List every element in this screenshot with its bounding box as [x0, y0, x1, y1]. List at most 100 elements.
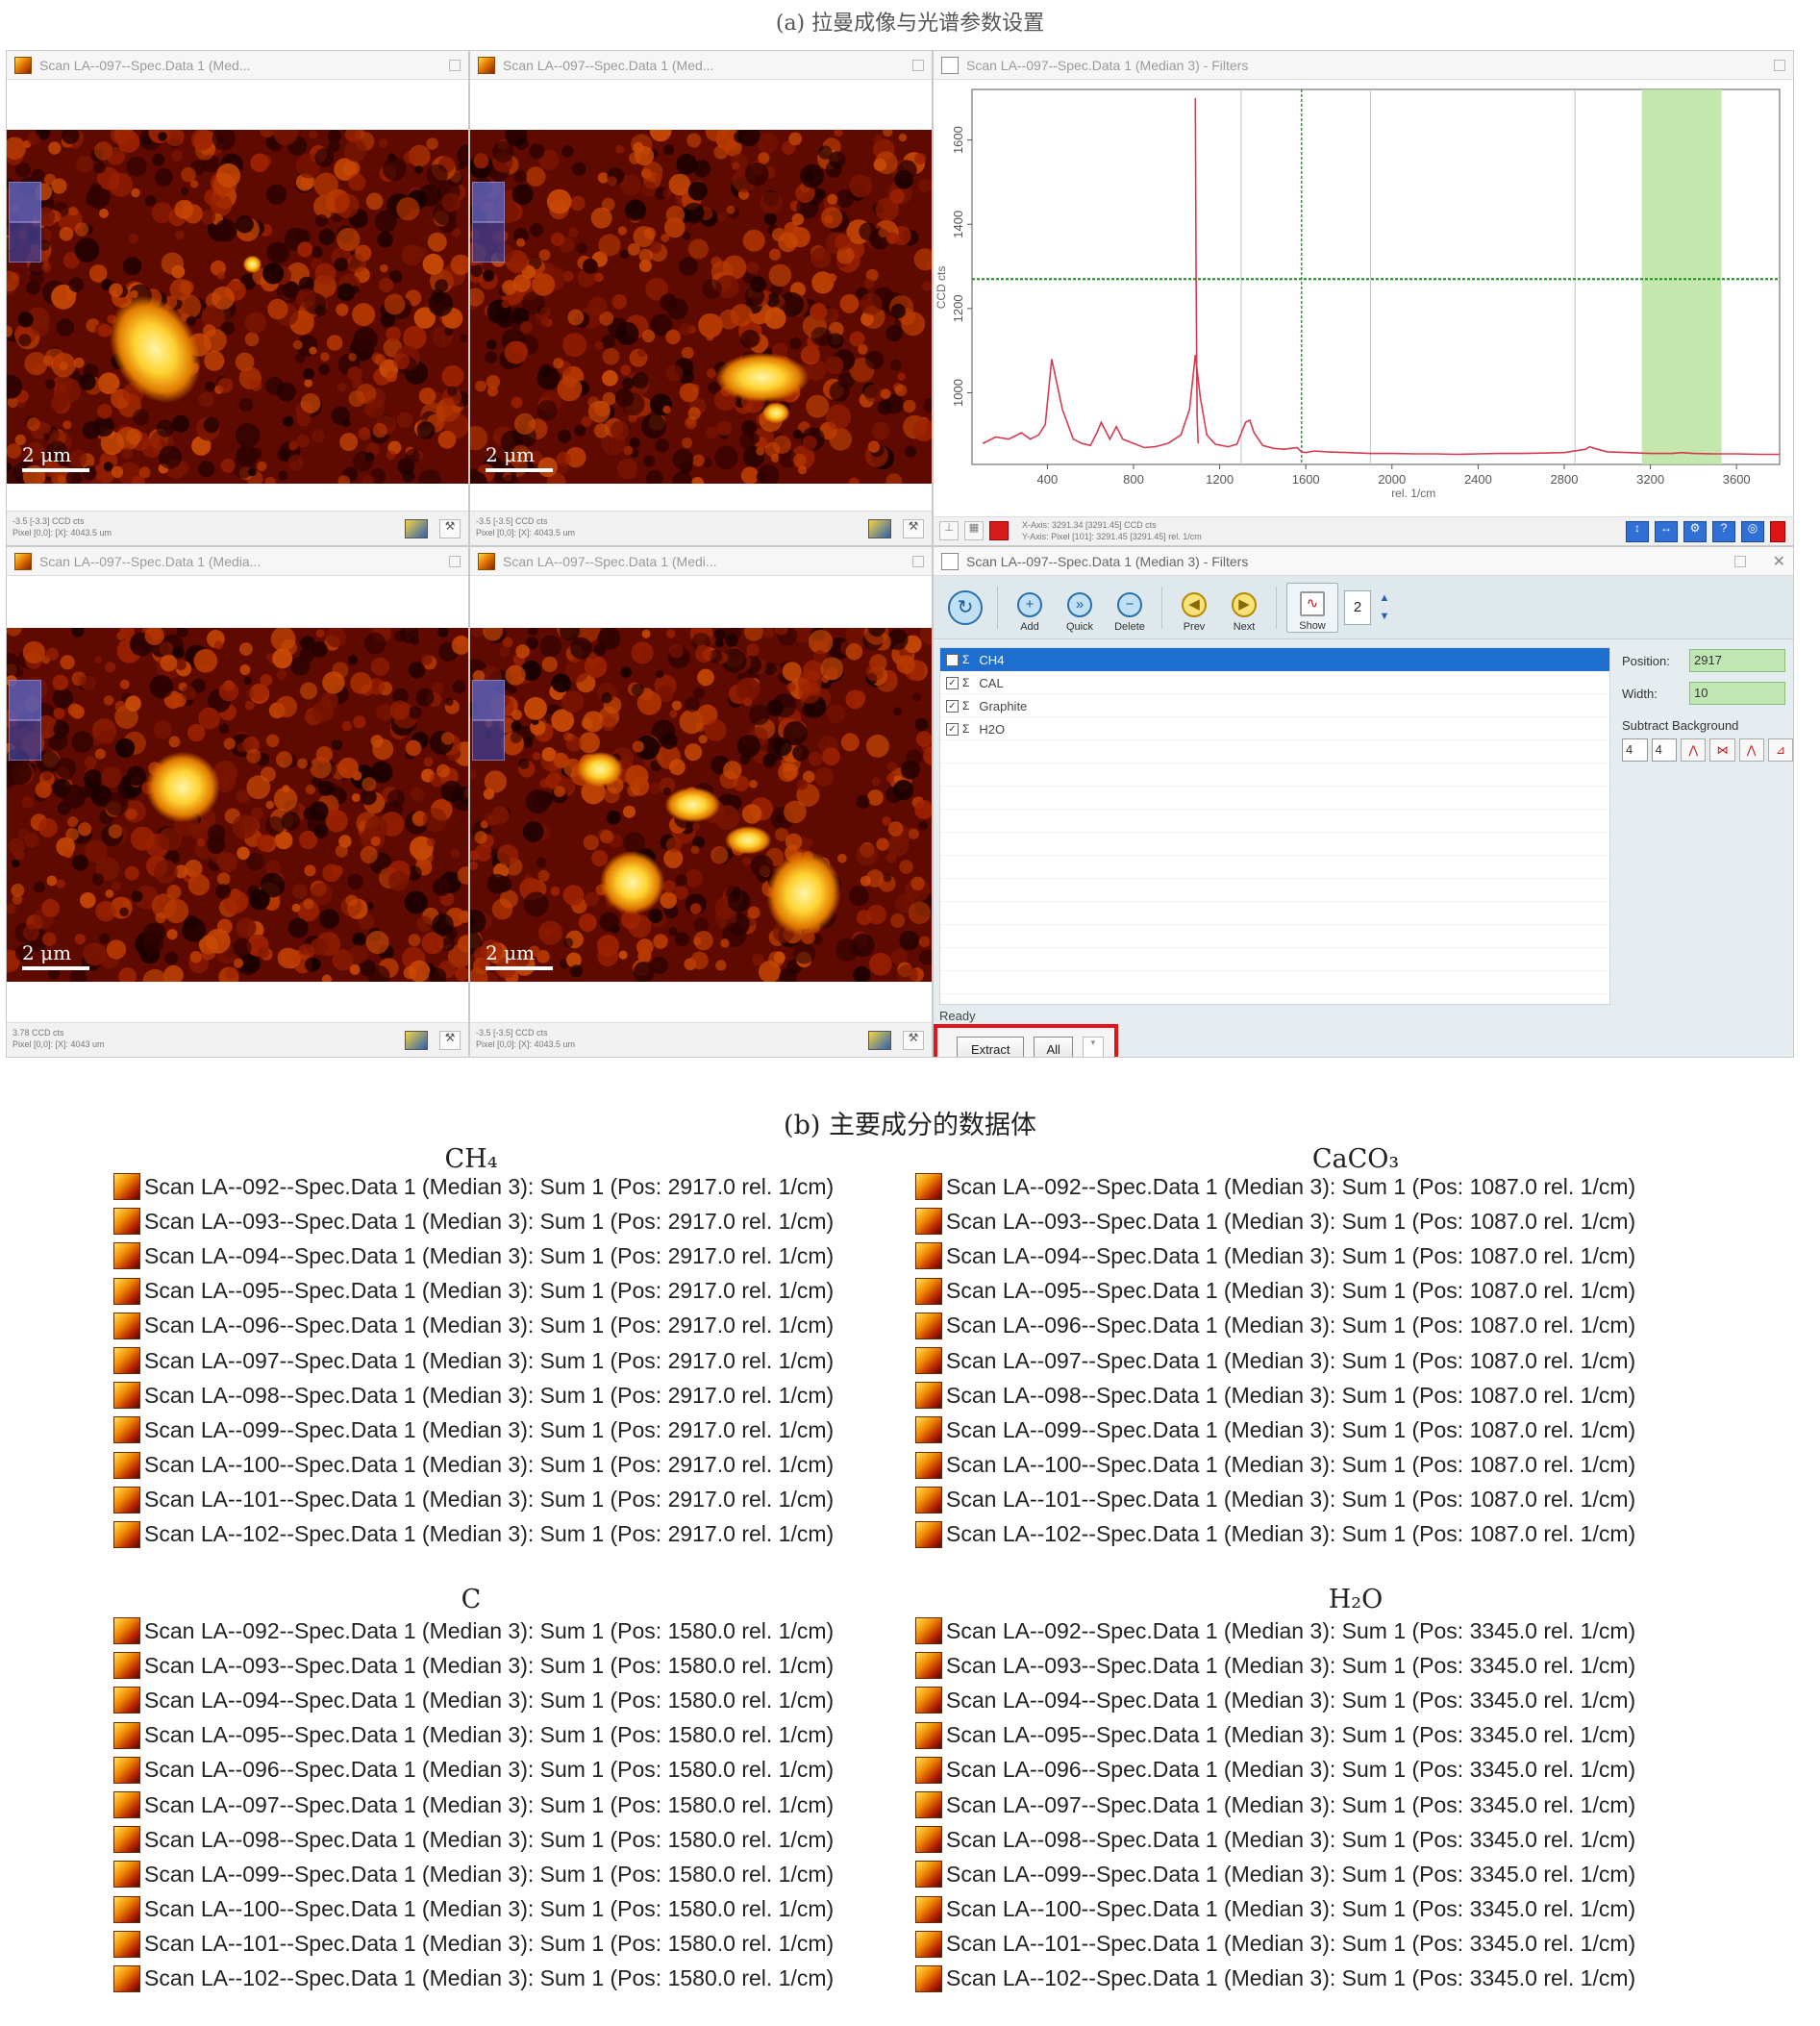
data-list-item[interactable]: Scan LA--100--Spec.Data 1 (Median 3): Su… — [113, 1892, 834, 1927]
filter-item-ch4[interactable]: ✓ Σ CH4 — [940, 648, 1609, 671]
filter-checkbox[interactable]: ✓ — [946, 722, 959, 736]
filters-window[interactable]: Scan LA--097--Spec.Data 1 (Median 3) - F… — [933, 546, 1794, 1058]
width-input[interactable]: 10 — [1689, 682, 1785, 705]
close-icon[interactable]: ✕ — [1773, 552, 1785, 571]
raman-image[interactable]: 2 μm — [470, 130, 932, 484]
roi-marker[interactable] — [472, 680, 505, 720]
axis-tool-icon[interactable]: ⊥ — [939, 521, 959, 540]
grid-tool-icon[interactable]: ▦ — [964, 521, 984, 540]
tool-icon[interactable]: ⚒ — [439, 1031, 461, 1050]
image-settings-icon[interactable] — [868, 519, 891, 538]
data-list-item[interactable]: Scan LA--092--Spec.Data 1 (Median 3): Su… — [113, 1169, 834, 1204]
info-icon[interactable]: ? — [1712, 521, 1735, 542]
data-list-item[interactable]: Scan LA--092--Spec.Data 1 (Median 3): Su… — [915, 1169, 1635, 1204]
data-list-item[interactable]: Scan LA--093--Spec.Data 1 (Median 3): Su… — [113, 1204, 834, 1238]
filter-item-graphite[interactable]: ✓ Σ Graphite — [940, 694, 1609, 717]
roi-marker[interactable] — [9, 182, 41, 222]
roi-marker[interactable] — [472, 182, 505, 222]
data-list-item[interactable]: Scan LA--094--Spec.Data 1 (Median 3): Su… — [915, 1683, 1635, 1717]
baseline-mode-4-icon[interactable]: ⊿ — [1767, 738, 1793, 762]
filter-item-h2o[interactable]: ✓ Σ H2O — [940, 717, 1609, 740]
maximize-icon[interactable] — [912, 59, 924, 71]
subtract-left-input[interactable]: 4 — [1622, 738, 1648, 762]
data-list-item[interactable]: Scan LA--094--Spec.Data 1 (Median 3): Su… — [113, 1683, 834, 1717]
data-list-item[interactable]: Scan LA--093--Spec.Data 1 (Median 3): Su… — [915, 1648, 1635, 1683]
data-list-item[interactable]: Scan LA--097--Spec.Data 1 (Median 3): Su… — [113, 1788, 834, 1822]
data-list-item[interactable]: Scan LA--096--Spec.Data 1 (Median 3): Su… — [113, 1753, 834, 1788]
maximize-icon[interactable] — [449, 59, 461, 71]
data-list-item[interactable]: Scan LA--101--Spec.Data 1 (Median 3): Su… — [113, 1483, 834, 1517]
data-list-item[interactable]: Scan LA--096--Spec.Data 1 (Median 3): Su… — [113, 1309, 834, 1343]
data-list-item[interactable]: Scan LA--098--Spec.Data 1 (Median 3): Su… — [113, 1378, 834, 1413]
raman-image[interactable]: 2 μm — [7, 628, 468, 982]
roi-marker[interactable] — [472, 720, 505, 761]
filter-checkbox[interactable]: ✓ — [946, 699, 959, 713]
baseline-mode-1-icon[interactable]: ⋀ — [1681, 738, 1707, 762]
maximize-icon[interactable] — [912, 555, 924, 567]
spectrum-plot[interactable]: 400 800 1200 1600 2000 2400 2800 3200 3600 1000 12… — [934, 80, 1794, 518]
data-list-item[interactable]: Scan LA--101--Spec.Data 1 (Median 3): Su… — [915, 1483, 1635, 1517]
maximize-icon[interactable] — [1774, 59, 1785, 71]
data-list-item[interactable]: Scan LA--097--Spec.Data 1 (Median 3): Su… — [915, 1343, 1635, 1378]
data-list-item[interactable]: Scan LA--102--Spec.Data 1 (Median 3): Su… — [915, 1962, 1635, 1996]
data-list-item[interactable]: Scan LA--094--Spec.Data 1 (Median 3): Su… — [113, 1238, 834, 1273]
prev-button[interactable]: ◀ Prev — [1172, 583, 1216, 633]
all-button[interactable]: All — [1034, 1037, 1073, 1057]
data-list-item[interactable]: Scan LA--097--Spec.Data 1 (Median 3): Su… — [915, 1788, 1635, 1822]
roi-marker[interactable] — [9, 720, 41, 761]
show-button[interactable]: ∿ Show — [1286, 583, 1338, 633]
tool-icon[interactable]: ⚒ — [903, 1031, 924, 1050]
data-list-item[interactable]: Scan LA--095--Spec.Data 1 (Median 3): Su… — [113, 1718, 834, 1753]
roi-marker[interactable] — [9, 222, 41, 263]
data-list-item[interactable]: Scan LA--100--Spec.Data 1 (Median 3): Su… — [113, 1448, 834, 1483]
settings-icon[interactable]: ⚙ — [1683, 521, 1707, 542]
data-list-item[interactable]: Scan LA--100--Spec.Data 1 (Median 3): Su… — [915, 1892, 1635, 1927]
roi-marker[interactable] — [472, 222, 505, 263]
raman-image[interactable]: 2 μm — [7, 130, 468, 484]
data-list-item[interactable]: Scan LA--097--Spec.Data 1 (Median 3): Su… — [113, 1343, 834, 1378]
data-list-item[interactable]: Scan LA--102--Spec.Data 1 (Median 3): Su… — [113, 1517, 834, 1552]
filter-checkbox[interactable]: ✓ — [946, 676, 959, 689]
refresh-button[interactable]: ↻ — [943, 583, 987, 633]
data-list-item[interactable]: Scan LA--092--Spec.Data 1 (Median 3): Su… — [915, 1613, 1635, 1648]
baseline-mode-3-icon[interactable]: ⋀ — [1738, 738, 1764, 762]
stepper-down-icon[interactable]: ▼ — [1377, 609, 1392, 625]
raman-map-window-1[interactable]: Scan LA--097--Spec.Data 1 (Med... 2 μm -… — [6, 50, 469, 546]
zoom-horizontal-icon[interactable]: ↔ — [1655, 521, 1678, 542]
filter-item-cal[interactable]: ✓ Σ CAL — [940, 671, 1609, 694]
data-list-item[interactable]: Scan LA--098--Spec.Data 1 (Median 3): Su… — [915, 1378, 1635, 1413]
position-input[interactable]: 2917 — [1689, 649, 1785, 672]
color-picker-icon[interactable]: ◎ — [1741, 521, 1764, 542]
image-settings-icon[interactable] — [405, 519, 428, 538]
filter-checkbox[interactable]: ✓ — [946, 653, 959, 666]
count-field[interactable]: 2 — [1344, 590, 1371, 625]
data-list-item[interactable]: Scan LA--102--Spec.Data 1 (Median 3): Su… — [915, 1517, 1635, 1552]
raman-map-window-2[interactable]: Scan LA--097--Spec.Data 1 (Med... 2 μm -… — [469, 50, 933, 546]
roi-marker[interactable] — [9, 680, 41, 720]
data-list-item[interactable]: Scan LA--095--Spec.Data 1 (Median 3): Su… — [915, 1274, 1635, 1309]
data-list-item[interactable]: Scan LA--101--Spec.Data 1 (Median 3): Su… — [113, 1927, 834, 1962]
spectrum-window[interactable]: Scan LA--097--Spec.Data 1 (Median 3) - F… — [933, 50, 1794, 546]
tool-icon[interactable]: ⚒ — [903, 519, 924, 538]
raman-map-window-4[interactable]: Scan LA--097--Spec.Data 1 (Medi... 2 μm … — [469, 546, 933, 1058]
data-list-item[interactable]: Scan LA--099--Spec.Data 1 (Median 3): Su… — [915, 1413, 1635, 1447]
zoom-vertical-icon[interactable]: ↕ — [1626, 521, 1649, 542]
print-icon[interactable] — [1770, 521, 1785, 542]
data-list-item[interactable]: Scan LA--095--Spec.Data 1 (Median 3): Su… — [915, 1718, 1635, 1753]
data-list-item[interactable]: Scan LA--096--Spec.Data 1 (Median 3): Su… — [915, 1309, 1635, 1343]
delete-button[interactable]: − Delete — [1108, 583, 1152, 633]
data-list-item[interactable]: Scan LA--094--Spec.Data 1 (Median 3): Su… — [915, 1238, 1635, 1273]
extract-button[interactable]: Extract — [957, 1037, 1025, 1057]
data-list-item[interactable]: Scan LA--096--Spec.Data 1 (Median 3): Su… — [915, 1753, 1635, 1788]
maximize-icon[interactable] — [1733, 555, 1746, 567]
raman-image[interactable]: 2 μm — [470, 628, 932, 982]
data-list-item[interactable]: Scan LA--093--Spec.Data 1 (Median 3): Su… — [915, 1204, 1635, 1238]
data-list-item[interactable]: Scan LA--093--Spec.Data 1 (Median 3): Su… — [113, 1648, 834, 1683]
quick-button[interactable]: » Quick — [1058, 583, 1102, 633]
add-button[interactable]: + Add — [1008, 583, 1052, 633]
next-button[interactable]: ▶ Next — [1222, 583, 1266, 633]
data-list-item[interactable]: Scan LA--099--Spec.Data 1 (Median 3): Su… — [915, 1857, 1635, 1891]
baseline-mode-2-icon[interactable]: ⋈ — [1709, 738, 1735, 762]
stepper-up-icon[interactable]: ▲ — [1377, 590, 1392, 607]
data-list-item[interactable]: Scan LA--099--Spec.Data 1 (Median 3): Su… — [113, 1413, 834, 1447]
